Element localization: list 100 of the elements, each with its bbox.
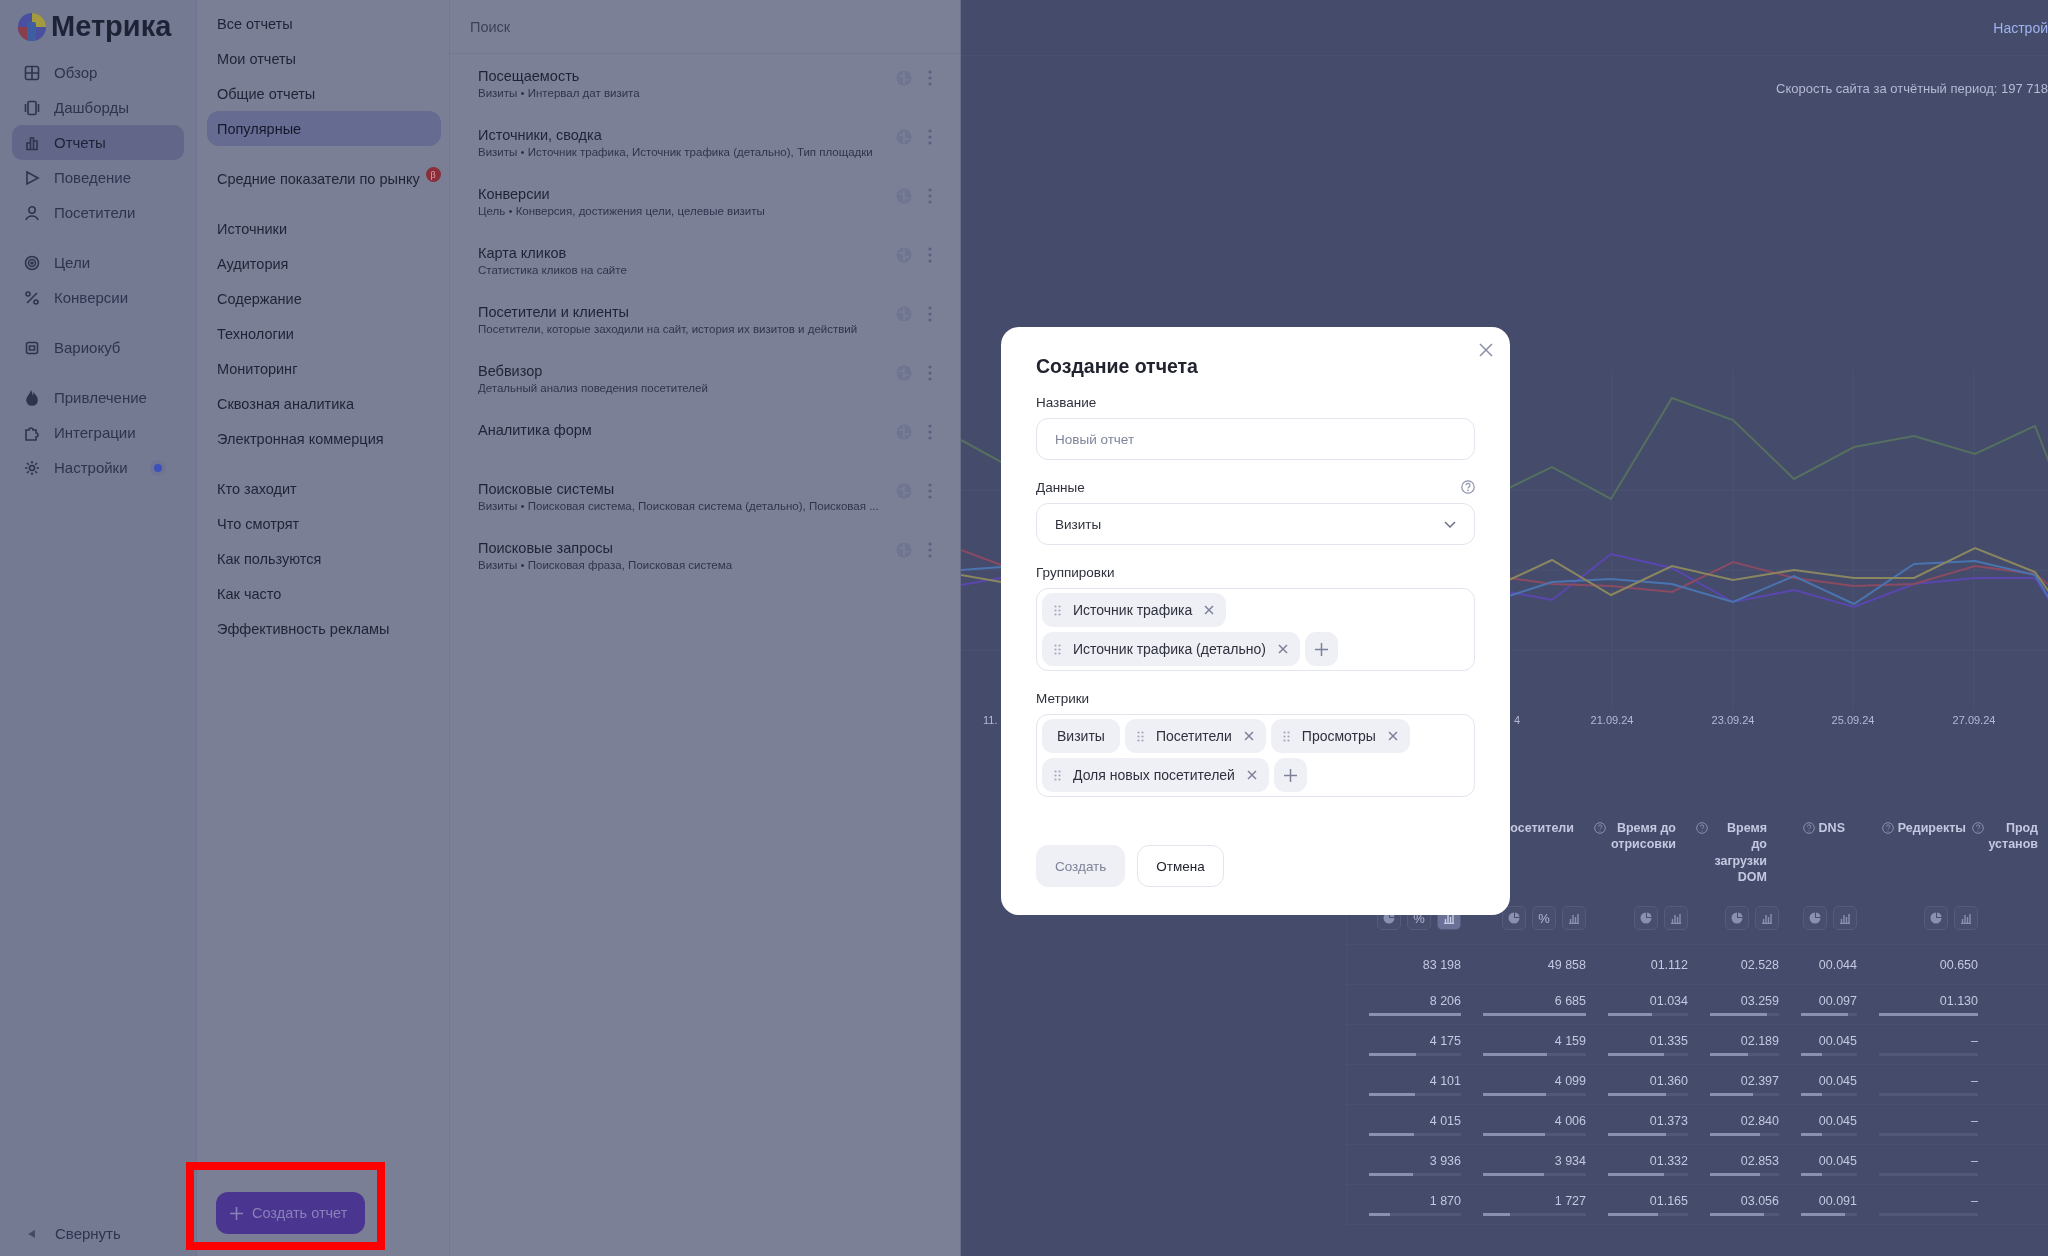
menu-item[interactable]: Мои отчеты xyxy=(207,41,441,76)
remove-icon[interactable] xyxy=(1387,731,1398,741)
nav-item[interactable]: Отчеты xyxy=(12,125,184,160)
chip[interactable]: Посетители xyxy=(1124,719,1266,753)
report-title[interactable]: Посетители и клиенты xyxy=(478,304,880,320)
data-select[interactable]: Визиты xyxy=(1036,503,1475,545)
help-icon[interactable] xyxy=(1972,822,1985,834)
menu-item[interactable]: Аудитория xyxy=(207,246,441,281)
more-icon[interactable] xyxy=(928,306,932,322)
menu-item[interactable]: Средние показатели по рынку β xyxy=(207,161,441,196)
more-icon[interactable] xyxy=(928,542,932,558)
menu-item[interactable]: Электронная коммерция xyxy=(207,421,441,456)
menu-item[interactable]: Источники xyxy=(207,211,441,246)
help-icon[interactable] xyxy=(1881,822,1894,834)
column-header[interactable]: Редиректы xyxy=(1897,820,1966,837)
chip[interactable]: Визиты xyxy=(1042,719,1120,753)
bars-chart-toggle[interactable] xyxy=(1833,906,1857,930)
report-title[interactable]: Посещаемость xyxy=(478,68,880,84)
bars-chart-toggle[interactable] xyxy=(1954,906,1978,930)
menu-item[interactable]: Кто заходит xyxy=(207,471,441,506)
add-button[interactable] xyxy=(1304,632,1338,666)
nav-item[interactable]: Настройки xyxy=(12,450,184,485)
nav-item[interactable]: Дашборды xyxy=(12,90,184,125)
bars-chart-toggle[interactable] xyxy=(1755,906,1779,930)
menu-item[interactable]: Популярные xyxy=(207,111,441,146)
bar-chart-icon xyxy=(1443,912,1455,924)
nav-item[interactable]: Поведение xyxy=(12,160,184,195)
help-icon[interactable] xyxy=(1696,822,1708,834)
chip[interactable]: Источник трафика (детально) xyxy=(1042,632,1300,666)
menu-item[interactable]: Эффективность рекламы xyxy=(207,611,441,646)
report-title[interactable]: Аналитика форм xyxy=(478,422,880,438)
search-field[interactable]: Поиск xyxy=(450,0,960,54)
help-icon[interactable] xyxy=(1802,822,1815,834)
create-report-button[interactable]: Создать отчет xyxy=(216,1192,366,1234)
pie-chart-toggle[interactable] xyxy=(1502,906,1526,930)
chip[interactable]: Источник трафика xyxy=(1042,593,1227,627)
table-cell: 01.373 xyxy=(1649,1113,1688,1128)
report-title[interactable]: Поисковые запросы xyxy=(478,540,880,556)
menu-item[interactable]: Как часто xyxy=(207,576,441,611)
nav-item[interactable]: Вариокуб xyxy=(12,330,184,365)
help-icon[interactable] xyxy=(1594,822,1606,834)
more-icon[interactable] xyxy=(928,129,932,145)
report-title[interactable]: Конверсии xyxy=(478,186,880,202)
column-header[interactable]: осетители xyxy=(1510,820,1574,837)
report-title[interactable]: Вебвизор xyxy=(478,363,880,379)
close-icon[interactable] xyxy=(1479,343,1493,357)
percent-toggle[interactable]: % xyxy=(1532,906,1556,930)
remove-icon[interactable] xyxy=(1277,644,1288,654)
nav-item[interactable]: Обзор xyxy=(12,55,184,90)
menu-item[interactable]: Что смотрят xyxy=(207,506,441,541)
drag-handle-icon[interactable] xyxy=(1054,604,1061,616)
more-icon[interactable] xyxy=(928,483,932,499)
more-icon[interactable] xyxy=(928,365,932,381)
bars-chart-toggle[interactable] xyxy=(1562,906,1586,930)
column-header[interactable]: DNS xyxy=(1818,820,1845,837)
more-icon[interactable] xyxy=(928,188,932,204)
more-icon[interactable] xyxy=(928,247,932,263)
cancel-button[interactable]: Отмена xyxy=(1137,845,1224,887)
name-input[interactable]: Новый отчет xyxy=(1036,418,1475,460)
menu-item[interactable]: Мониторинг xyxy=(207,351,441,386)
menu-item[interactable]: Сквозная аналитика xyxy=(207,386,441,421)
remove-icon[interactable] xyxy=(1246,770,1257,780)
column-header[interactable]: Время до отрисовки xyxy=(1610,820,1676,853)
column-header[interactable]: Время до загрузки DOM xyxy=(1712,820,1767,885)
drag-handle-icon[interactable] xyxy=(1136,730,1144,742)
nav-item[interactable]: Привлечение xyxy=(12,380,184,415)
menu-item[interactable]: Все отчеты xyxy=(207,6,441,41)
menu-item[interactable]: Технологии xyxy=(207,316,441,351)
report-title[interactable]: Источники, сводка xyxy=(478,127,880,143)
menu-item[interactable]: Содержание xyxy=(207,281,441,316)
drag-handle-icon[interactable] xyxy=(1282,730,1290,742)
chip-field[interactable]: Визиты Посетители Просмотры Доля новых посетителей xyxy=(1036,714,1475,797)
chip-field[interactable]: Источник трафика Источник трафика (детально) xyxy=(1036,588,1475,671)
report-title[interactable]: Карта кликов xyxy=(478,245,880,261)
column-header[interactable]: Прод установ xyxy=(1988,820,2038,853)
nav-item[interactable]: Цели xyxy=(12,245,184,280)
remove-icon[interactable] xyxy=(1204,605,1215,615)
collapse-link[interactable]: Свернуть xyxy=(12,1225,184,1242)
settings-link[interactable]: Настрой xyxy=(1993,19,2048,36)
bars-chart-toggle[interactable] xyxy=(1664,906,1688,930)
report-title[interactable]: Поисковые системы xyxy=(478,481,880,497)
pie-chart-toggle[interactable] xyxy=(1803,906,1827,930)
nav-item[interactable]: Интеграции xyxy=(12,415,184,450)
more-icon[interactable] xyxy=(928,424,932,440)
nav-item[interactable]: Посетители xyxy=(12,195,184,230)
add-button[interactable] xyxy=(1273,758,1307,792)
nav-item[interactable]: Конверсии xyxy=(12,280,184,315)
pie-chart-toggle[interactable] xyxy=(1634,906,1658,930)
help-icon[interactable] xyxy=(1461,480,1475,494)
chip[interactable]: Доля новых посетителей xyxy=(1042,758,1269,792)
menu-item[interactable]: Как пользуются xyxy=(207,541,441,576)
more-icon[interactable] xyxy=(928,70,932,86)
drag-handle-icon[interactable] xyxy=(1054,643,1061,655)
remove-icon[interactable] xyxy=(1243,731,1254,741)
drag-handle-icon[interactable] xyxy=(1054,769,1061,781)
pie-chart-icon xyxy=(1731,912,1743,924)
chip[interactable]: Просмотры xyxy=(1270,719,1410,753)
pie-chart-toggle[interactable] xyxy=(1725,906,1749,930)
menu-item[interactable]: Общие отчеты xyxy=(207,76,441,111)
pie-chart-toggle[interactable] xyxy=(1924,906,1948,930)
